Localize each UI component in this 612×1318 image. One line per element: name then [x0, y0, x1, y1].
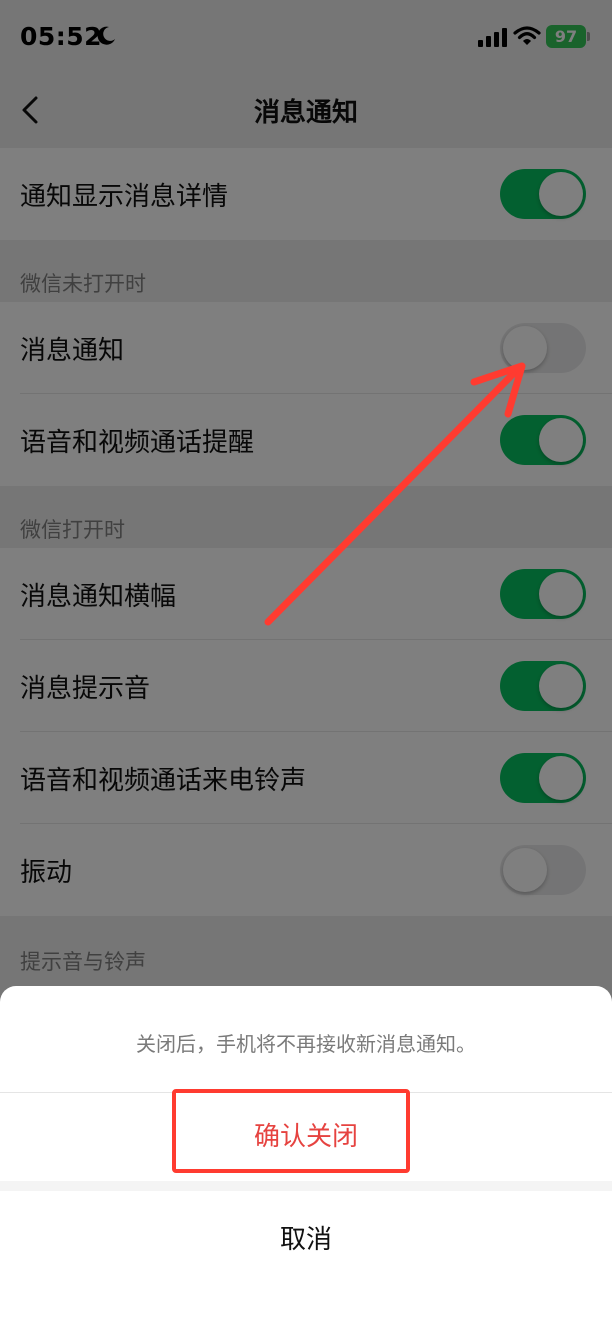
sheet-message: 关闭后，手机将不再接收新消息通知。 [136, 1032, 476, 1056]
annotation-highlight-box [172, 1089, 410, 1173]
sheet-gap [0, 1181, 612, 1191]
cancel-button[interactable]: 取消 [0, 1191, 612, 1289]
